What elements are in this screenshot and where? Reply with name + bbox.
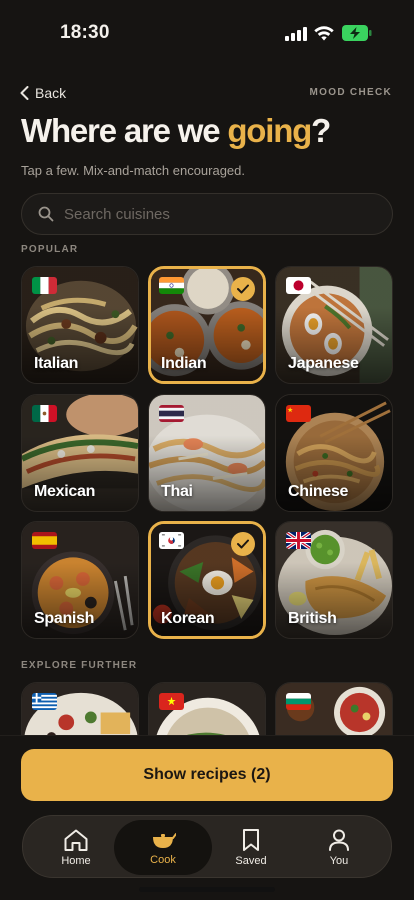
tab-label-cook: Cook [150, 854, 176, 866]
title-end: ? [311, 112, 331, 149]
status-time: 18:30 [60, 22, 110, 43]
cuisine-tile-british[interactable]: British [275, 521, 393, 639]
cuisine-tile-chinese[interactable]: Chinese [275, 394, 393, 512]
search-input[interactable] [64, 205, 364, 223]
cuisine-tile-italian[interactable]: Italian [21, 266, 139, 384]
selected-check-icon [231, 532, 255, 556]
cuisine-tile-mexican[interactable]: Mexican [21, 394, 139, 512]
uk-flag [286, 532, 311, 549]
pot-icon [153, 833, 176, 848]
cuisine-tile-thai[interactable]: Thai [148, 394, 266, 512]
tab-saved[interactable]: Saved [202, 820, 300, 875]
italy-flag [32, 277, 57, 294]
greece-flag [32, 693, 57, 710]
home-indicator [139, 887, 275, 892]
bulgaria-flag [286, 693, 311, 710]
tab-bar: Home Cook Saved You [22, 815, 392, 878]
japan-flag [286, 277, 311, 294]
search-icon [38, 206, 54, 222]
spain-flag [32, 532, 57, 549]
chevron-left-icon [20, 86, 29, 100]
mexico-flag [32, 405, 57, 422]
cuisine-tile-korean[interactable]: Korean [148, 521, 266, 639]
cuisine-tile-japanese[interactable]: Japanese [275, 266, 393, 384]
cuisine-label: Italian [34, 355, 79, 372]
tab-cook[interactable]: Cook [114, 820, 212, 875]
cuisine-label: Japanese [288, 355, 359, 372]
cuisine-label: Indian [161, 355, 207, 372]
cuisine-label: Korean [161, 610, 215, 627]
show-recipes-button[interactable]: Show recipes (2) [21, 749, 393, 801]
china-flag [286, 405, 311, 422]
cuisine-label: Chinese [288, 483, 349, 500]
mood-check-label: MOOD CHECK [309, 87, 392, 98]
page-title: Where are we going? [21, 112, 331, 150]
cuisine-tile-indian[interactable]: Indian [148, 266, 266, 384]
tab-label-saved: Saved [235, 855, 267, 867]
tab-you[interactable]: You [290, 820, 388, 875]
selected-check-icon [231, 277, 255, 301]
cellular-signal-icon [285, 27, 307, 41]
section-label-popular: POPULAR [21, 244, 79, 255]
india-flag [159, 277, 184, 294]
back-label: Back [35, 85, 67, 101]
cuisine-label: Thai [161, 483, 193, 500]
home-icon [64, 829, 88, 851]
cuisine-label: Spanish [34, 610, 95, 627]
vietnam-flag [159, 693, 184, 710]
tab-home[interactable]: Home [27, 820, 125, 875]
cuisine-label: British [288, 610, 337, 627]
tab-label-you: You [329, 855, 349, 867]
page-subtitle: Tap a few. Mix-and-match encouraged. [21, 163, 246, 178]
battery-charging-icon [342, 25, 372, 41]
status-bar: 18:30 [0, 0, 414, 60]
title-start: Where are we [21, 112, 228, 149]
tab-label-home: Home [61, 855, 91, 867]
back-button[interactable]: Back [20, 83, 66, 103]
thailand-flag [159, 405, 184, 422]
section-label-explore: EXPLORE FURTHER [21, 660, 138, 671]
south-korea-flag [159, 532, 184, 549]
cuisine-label: Mexican [34, 483, 96, 500]
title-accent: going [227, 112, 312, 149]
person-icon [329, 829, 349, 851]
cuisine-tile-spanish[interactable]: Spanish [21, 521, 139, 639]
bookmark-icon [243, 829, 259, 851]
wifi-icon [314, 26, 334, 41]
search-bar[interactable] [21, 193, 393, 235]
